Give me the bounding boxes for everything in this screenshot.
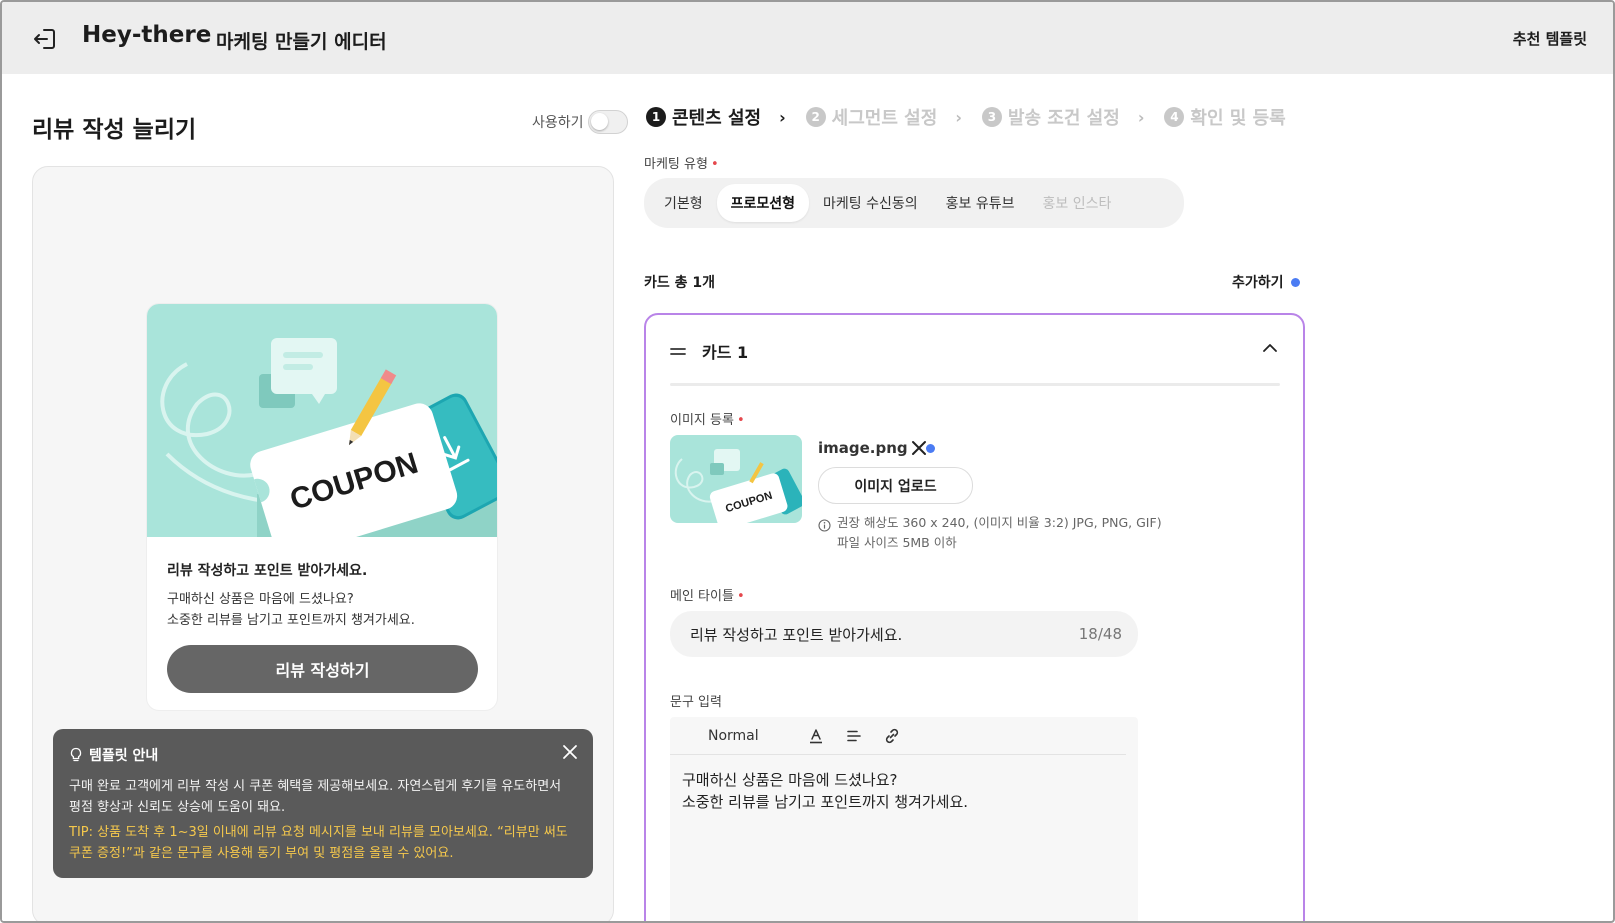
step-send-conditions[interactable]: 3 발송 조건 설정 [981, 104, 1120, 130]
step-progress: 1 콘텐츠 설정 › 2 세그먼트 설정 › 3 발송 조건 설정 › 4 확인… [646, 105, 1286, 129]
drag-handle-icon[interactable] [670, 345, 686, 357]
step-label: 세그먼트 설정 [831, 108, 938, 129]
guide-text: 구매 완료 고객에게 리뷰 작성 시 쿠폰 혜택을 제공해보세요. 자연스럽게 … [69, 779, 562, 815]
image-hint: 권장 해상도 360 x 240, (이미지 비율 3:2) JPG, PNG,… [818, 513, 1162, 553]
editor-line-2: 소중한 리뷰를 남기고 포인트까지 챙겨가세요. [682, 793, 969, 811]
card-header: 카드 1 [670, 339, 748, 363]
text-input-label: 문구 입력 [670, 695, 722, 710]
main-title-value: 리뷰 작성하고 포인트 받아가세요. [690, 625, 903, 644]
preview-body-line-2: 소중한 리뷰를 남기고 포인트까지 챙겨가세요. [167, 613, 415, 628]
main-title-input[interactable]: 리뷰 작성하고 포인트 받아가세요. 18/48 [670, 611, 1138, 657]
tab-promotion[interactable]: 프로모션형 [716, 184, 810, 222]
template-preview-panel: 리뷰 작성 늘리기 사용하기 COUPON 리뷰 작성하고 포인트 받아가세요.… [2, 74, 642, 921]
chevron-right-icon: › [779, 107, 786, 127]
step-confirm-register[interactable]: 4 확인 및 등록 [1164, 104, 1286, 130]
lightbulb-icon [70, 747, 82, 762]
hint-line-1: 권장 해상도 360 x 240, (이미지 비율 3:2) JPG, PNG,… [837, 515, 1162, 530]
app-window: Hey-there 마케팅 만들기 에디터 추천 템플릿 리뷰 작성 늘리기 사… [0, 0, 1615, 923]
add-card-label: 추가하기 [1232, 275, 1284, 291]
step-number: 2 [805, 107, 826, 127]
card-count: 카드 총 1개 [644, 275, 716, 291]
preview-card: COUPON 리뷰 작성하고 포인트 받아가세요. 구매하신 상품은 마음에 드… [147, 304, 497, 710]
required-mark: • [736, 589, 745, 604]
marketing-type-tabs: 기본형 프로모션형 마케팅 수신동의 홍보 유튜브 홍보 인스타 [644, 178, 1184, 228]
hint-line-2: 파일 사이즈 5MB 이하 [837, 535, 957, 550]
preview-card-body: 구매하신 상품은 마음에 드셨나요? 소중한 리뷰를 남기고 포인트까지 챙겨가… [167, 589, 415, 631]
link-icon[interactable] [883, 727, 901, 745]
chevron-up-icon[interactable] [1261, 341, 1279, 355]
coupon-illustration: COUPON [147, 304, 497, 537]
step-number: 1 [646, 107, 666, 127]
editor-title: 마케팅 만들기 에디터 [216, 31, 387, 53]
text-color-icon[interactable] [807, 727, 825, 745]
chevron-right-icon: › [955, 107, 962, 127]
editor-toolbar: Normal [670, 717, 1126, 755]
guide-title: 템플릿 안내 [89, 748, 159, 764]
guide-tip: TIP: 상품 도착 후 1~3일 이내에 리뷰 요청 메시지를 보내 리뷰를 … [69, 825, 568, 861]
tab-promo-youtube[interactable]: 홍보 유튜브 [932, 184, 1029, 222]
step-number: 3 [981, 107, 1002, 127]
card-editor: 카드 1 이미지 등록 • COUPON image.png 이미지 업로드 권… [644, 313, 1305, 921]
text-editor[interactable]: Normal 구매하신 상품은 마음에 드셨나요? 소중한 리뷰를 남기고 포인… [670, 717, 1138, 921]
required-mark: • [710, 157, 719, 172]
use-toggle-group: 사용하기 [532, 110, 628, 134]
brand-logo: Hey-there [82, 22, 212, 48]
image-upload-button[interactable]: 이미지 업로드 [818, 467, 973, 504]
step-number: 4 [1164, 107, 1185, 127]
status-dot-icon [926, 444, 935, 453]
required-mark: • [736, 413, 745, 428]
image-filename: image.png [818, 439, 908, 457]
guide-header: 템플릿 안내 [69, 745, 577, 765]
tab-promo-instagram[interactable]: 홍보 인스타 [1029, 184, 1126, 222]
template-guide-box: 템플릿 안내 구매 완료 고객에게 리뷰 작성 시 쿠폰 혜택을 제공해보세요.… [53, 729, 593, 878]
align-icon[interactable] [845, 727, 863, 745]
top-bar: Hey-there 마케팅 만들기 에디터 추천 템플릿 [2, 2, 1613, 74]
step-content-settings[interactable]: 1 콘텐츠 설정 [646, 104, 761, 130]
editor-line-1: 구매하신 상품은 마음에 드셨나요? [682, 771, 898, 789]
image-register-label-text: 이미지 등록 [670, 413, 734, 428]
preview-area: COUPON 리뷰 작성하고 포인트 받아가세요. 구매하신 상품은 마음에 드… [32, 166, 614, 921]
divider [670, 383, 1280, 386]
card-name: 카드 1 [702, 343, 749, 362]
step-label: 확인 및 등록 [1190, 108, 1286, 129]
format-select[interactable]: Normal [708, 728, 759, 744]
editor-content[interactable]: 구매하신 상품은 마음에 드셨나요? 소중한 리뷰를 남기고 포인트까지 챙겨가… [682, 769, 968, 813]
step-segment-settings[interactable]: 2 세그먼트 설정 [805, 104, 938, 130]
tab-basic[interactable]: 기본형 [650, 184, 717, 222]
marketing-type-label: 마케팅 유형 • [644, 153, 719, 172]
use-toggle[interactable] [587, 110, 628, 134]
use-toggle-label: 사용하기 [532, 115, 584, 131]
info-icon [818, 519, 831, 532]
template-title: 리뷰 작성 늘리기 [32, 117, 197, 143]
step-label: 콘텐츠 설정 [672, 108, 762, 129]
write-review-button[interactable]: 리뷰 작성하기 [167, 645, 478, 693]
add-card-button[interactable]: 추가하기 [1232, 272, 1300, 292]
preview-body-line-1: 구매하신 상품은 마음에 드셨나요? [167, 592, 354, 607]
close-icon[interactable] [561, 743, 579, 761]
image-register-label: 이미지 등록 • [670, 409, 745, 428]
image-thumbnail: COUPON [670, 435, 802, 523]
main-title-label-text: 메인 타이틀 [670, 589, 734, 604]
preview-card-title: 리뷰 작성하고 포인트 받아가세요. [167, 563, 368, 579]
main-title-label: 메인 타이틀 • [670, 585, 745, 604]
step-label: 발송 조건 설정 [1007, 108, 1120, 129]
tab-marketing-consent[interactable]: 마케팅 수신동의 [809, 184, 932, 222]
chevron-right-icon: › [1137, 107, 1145, 127]
recommend-templates-link[interactable]: 추천 템플릿 [1513, 28, 1587, 49]
marketing-type-label-text: 마케팅 유형 [644, 157, 708, 172]
exit-icon[interactable] [30, 24, 60, 54]
main-title-counter: 18/48 [1078, 625, 1122, 643]
status-dot-icon [1290, 277, 1300, 287]
